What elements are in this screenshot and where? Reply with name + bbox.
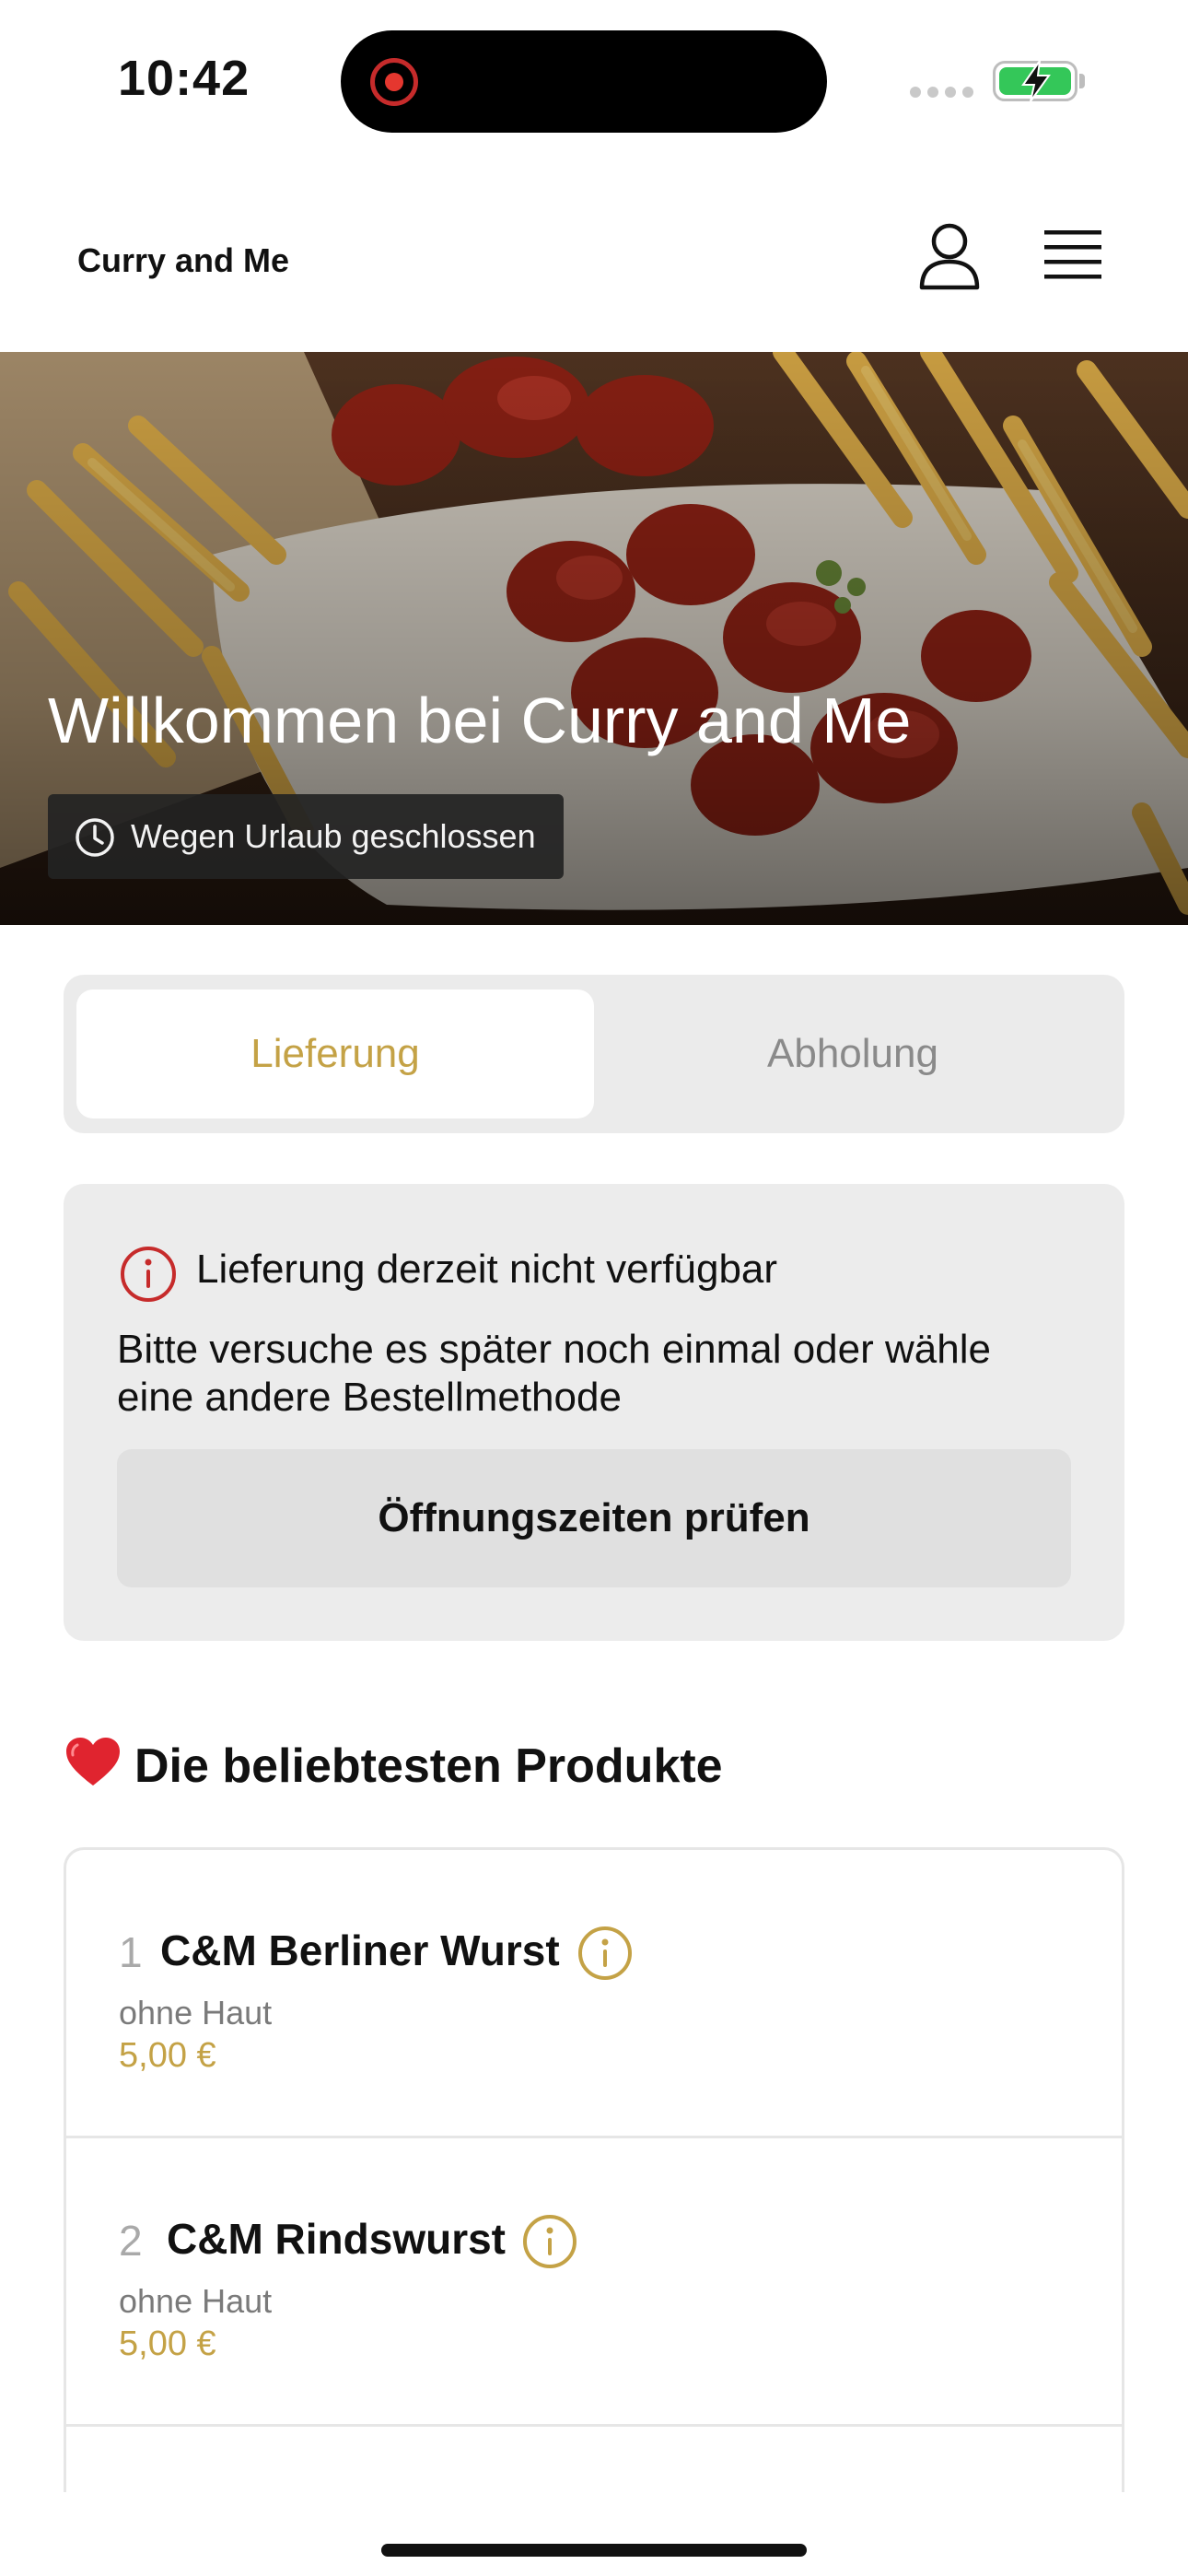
product-price: 5,00 € xyxy=(119,2324,216,2363)
tab-pickup[interactable]: Abholung xyxy=(594,989,1112,1118)
order-mode-switch: Lieferung Abholung xyxy=(64,975,1124,1133)
welcome-heading: Willkommen bei Curry and Me xyxy=(48,685,912,756)
notice-title: Lieferung derzeit nicht verfügbar xyxy=(196,1247,778,1292)
brand-name[interactable]: Curry and Me xyxy=(77,241,289,280)
app-header: Curry and Me xyxy=(0,166,1188,352)
cellular-signal-icon xyxy=(910,87,974,98)
product-rank: 2 xyxy=(119,2217,143,2265)
product-item[interactable]: 2 C&M Rindswurst ohne Haut 5,00 € xyxy=(66,2138,1122,2427)
info-circle-icon xyxy=(121,1247,176,1302)
product-item[interactable]: 1 C&M Berliner Wurst ohne Haut 5,00 € xyxy=(66,1850,1122,2138)
dynamic-island xyxy=(341,30,827,133)
heart-icon xyxy=(66,1738,120,1786)
home-indicator[interactable] xyxy=(381,2544,807,2557)
product-rank: 1 xyxy=(119,1928,143,1976)
closed-status-text: Wegen Urlaub geschlossen xyxy=(131,817,536,855)
hero-banner: Willkommen bei Curry and Me Wegen Urlaub… xyxy=(0,352,1188,925)
check-opening-hours-button[interactable]: Öffnungszeiten prüfen xyxy=(117,1449,1071,1587)
recording-indicator-icon xyxy=(370,58,418,106)
notice-message: Bitte versuche es später noch einmal ode… xyxy=(117,1327,991,1420)
status-time: 10:42 xyxy=(118,51,250,106)
battery-cap xyxy=(1079,74,1085,88)
popular-products-title: Die beliebtesten Produkte xyxy=(134,1739,723,1793)
popular-products-list: 1 C&M Berliner Wurst ohne Haut 5,00 € 2 … xyxy=(64,1847,1124,2492)
clock-icon xyxy=(76,818,114,857)
status-bar: 10:42 xyxy=(0,0,1188,166)
product-description: ohne Haut xyxy=(119,1994,273,2032)
person-icon[interactable] xyxy=(917,221,982,291)
product-name: C&M Berliner Wurst xyxy=(160,1926,560,1974)
app-screen: 10:42 Curry and Me Willkommen bei Curry … xyxy=(0,0,1188,2576)
product-price: 5,00 € xyxy=(119,2036,216,2075)
closed-status-badge: Wegen Urlaub geschlossen xyxy=(48,794,564,879)
hamburger-menu-icon[interactable] xyxy=(1041,225,1105,284)
tab-delivery[interactable]: Lieferung xyxy=(76,989,594,1118)
product-description: ohne Haut xyxy=(119,2282,273,2320)
charging-bolt-icon xyxy=(1021,60,1051,102)
info-icon[interactable] xyxy=(521,2213,578,2270)
popular-products-heading: Die beliebtesten Produkte xyxy=(64,1736,723,1794)
info-icon[interactable] xyxy=(577,1925,634,1982)
delivery-unavailable-notice: Lieferung derzeit nicht verfügbar Bitte … xyxy=(64,1184,1124,1641)
product-name: C&M Rindswurst xyxy=(167,2215,506,2263)
